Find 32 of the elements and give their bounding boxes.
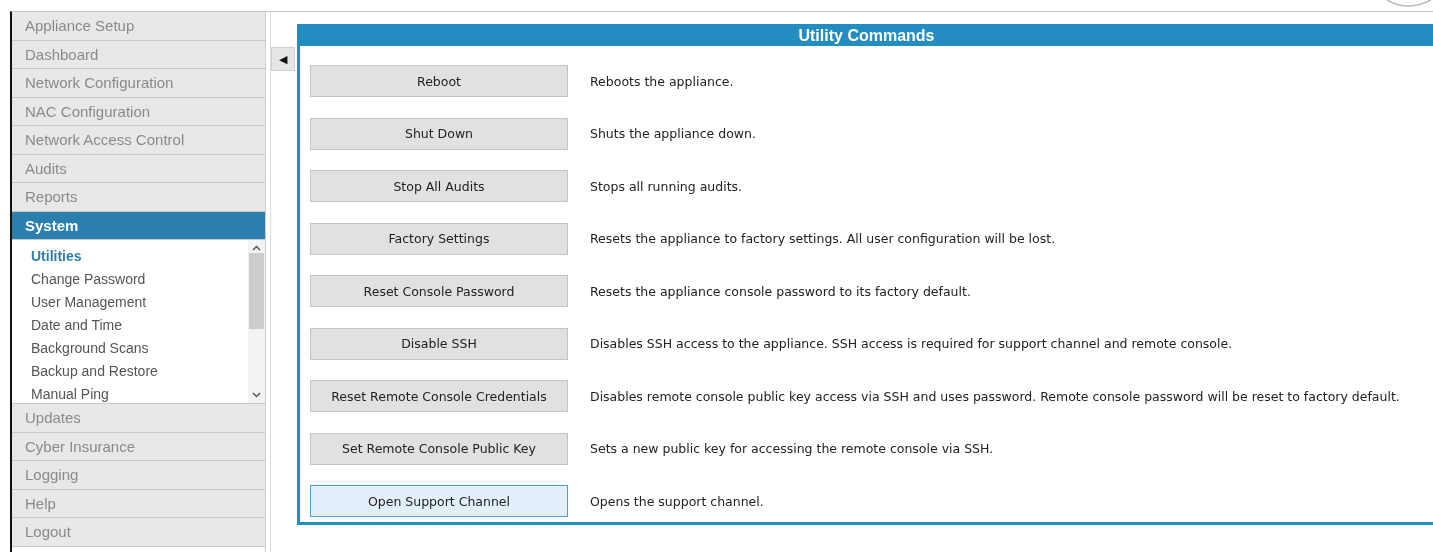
command-button[interactable]: Reboot	[310, 65, 568, 97]
command-description: Resets the appliance console password to its factory default.	[590, 283, 971, 299]
command-description: Stops all running audits.	[590, 178, 743, 194]
submenu-item[interactable]: Change Password	[12, 267, 248, 290]
command-button[interactable]: Open Support Channel	[310, 485, 568, 517]
submenu-item[interactable]: Background Scans	[12, 336, 248, 359]
command-description: Opens the support channel.	[590, 493, 764, 509]
command-description: Disables remote console public key access via SSH and uses password. Remote console password will be reset to factory default.	[590, 388, 1400, 404]
submenu-item[interactable]: Backup and Restore	[12, 359, 248, 382]
command-button[interactable]: Reset Console Password	[310, 275, 568, 307]
command-description: Shuts the appliance down.	[590, 126, 756, 141]
submenu-item[interactable]: Date and Time	[12, 313, 248, 336]
nav-item[interactable]: System	[12, 211, 265, 240]
command-button[interactable]: Shut Down	[310, 117, 568, 150]
command-description: Disables SSH access to the appliance. SSH access is required for support channel and remote console.	[590, 336, 1233, 351]
command-description: Reboots the appliance.	[590, 73, 734, 89]
command-description: Sets a new public key for accessing the remote console via SSH.	[590, 441, 994, 456]
command-button[interactable]: Reset Remote Console Credentials	[310, 380, 568, 412]
scrollbar[interactable]	[248, 240, 265, 403]
scroll-up-icon[interactable]	[252, 245, 261, 251]
submenu-item[interactable]: Utilities	[12, 244, 248, 267]
submenu-item[interactable]: User Management	[12, 290, 248, 313]
collapse-button[interactable]: ◀	[271, 47, 295, 71]
command-button[interactable]: Set Remote Console Public Key	[310, 432, 568, 465]
scroll-down-icon[interactable]	[252, 392, 261, 398]
scrollbar-thumb[interactable]	[249, 253, 264, 329]
command-button[interactable]: Disable SSH	[310, 327, 568, 360]
panel-title: Utility Commands	[300, 27, 1433, 46]
submenu-item[interactable]: Manual Ping	[12, 382, 248, 405]
command-button[interactable]: Stop All Audits	[310, 170, 568, 202]
command-description: Resets the appliance to factory settings. All user configuration will be lost.	[590, 231, 1056, 246]
command-button[interactable]: Factory Settings	[310, 222, 568, 255]
